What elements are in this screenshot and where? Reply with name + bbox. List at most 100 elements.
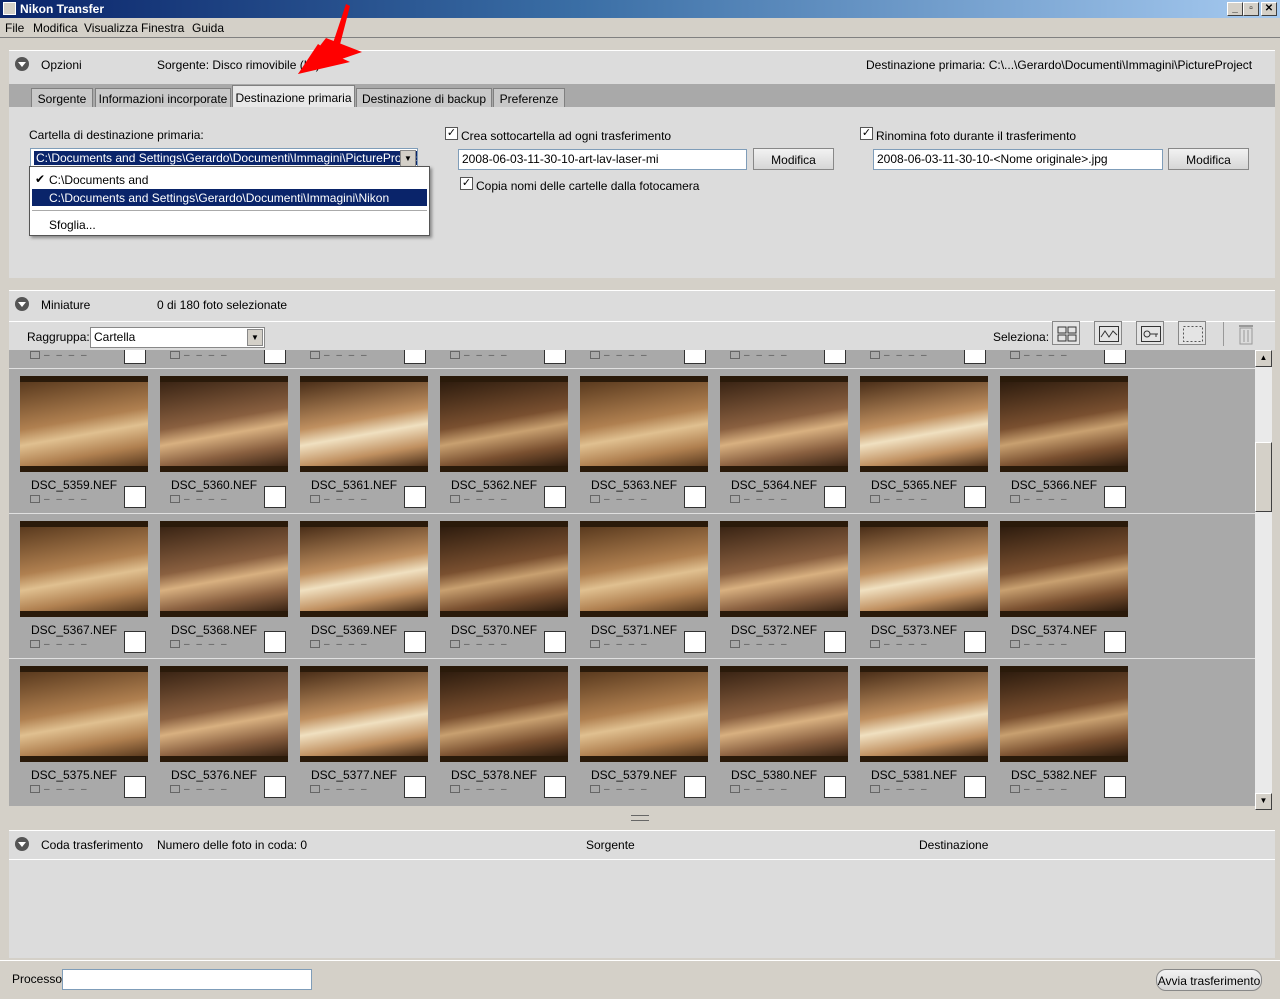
thumbnail-meta: – – – – bbox=[30, 784, 89, 795]
thumbnail-checkbox[interactable] bbox=[684, 631, 706, 653]
collapse-queue-icon[interactable] bbox=[15, 837, 29, 851]
thumbnail-image[interactable] bbox=[580, 376, 708, 472]
rename-checkbox[interactable]: ✓ bbox=[860, 127, 873, 140]
thumbnail-checkbox[interactable] bbox=[684, 486, 706, 508]
minimize-icon[interactable]: _ bbox=[1227, 2, 1243, 16]
thumbnail-checkbox[interactable] bbox=[264, 350, 286, 364]
thumbnail-checkbox[interactable] bbox=[1104, 486, 1126, 508]
thumbnail-image[interactable] bbox=[160, 521, 288, 617]
thumbnail-checkbox[interactable] bbox=[404, 486, 426, 508]
splitter-handle[interactable] bbox=[631, 815, 649, 821]
thumbnail-image[interactable] bbox=[1000, 376, 1128, 472]
thumbnail-image[interactable] bbox=[440, 666, 568, 762]
thumbnail-checkbox[interactable] bbox=[964, 486, 986, 508]
thumbnail-scrollbar[interactable]: ▲ ▼ bbox=[1255, 350, 1272, 810]
thumbnail-checkbox[interactable] bbox=[544, 350, 566, 364]
thumbnail-image[interactable] bbox=[720, 521, 848, 617]
thumbnail-checkbox[interactable] bbox=[544, 486, 566, 508]
thumbnail-image[interactable] bbox=[160, 666, 288, 762]
thumbnail-image[interactable] bbox=[860, 666, 988, 762]
scroll-down-icon[interactable]: ▼ bbox=[1255, 793, 1272, 810]
copy-names-checkbox[interactable]: ✓ bbox=[460, 177, 473, 190]
dropdown-item-pictureproject[interactable]: ✔ C:\Documents and Settings\Gerardo\Docu… bbox=[32, 171, 427, 201]
dropdown-item-nikon-transfer[interactable]: C:\Documents and Settings\Gerardo\Docume… bbox=[32, 189, 427, 219]
thumbnail-image[interactable] bbox=[580, 521, 708, 617]
thumbnail-checkbox[interactable] bbox=[824, 350, 846, 364]
options-title: Opzioni bbox=[41, 58, 82, 72]
thumbnail-checkbox[interactable] bbox=[1104, 350, 1126, 364]
scroll-thumb[interactable] bbox=[1255, 442, 1272, 512]
dropdown-browse[interactable]: Sfoglia... bbox=[32, 216, 427, 233]
thumbnail-checkbox[interactable] bbox=[1104, 631, 1126, 653]
thumbnail-checkbox[interactable] bbox=[264, 486, 286, 508]
thumbnail-checkbox[interactable] bbox=[964, 350, 986, 364]
rename-modify-button[interactable]: Modifica bbox=[1168, 148, 1249, 170]
collapse-options-icon[interactable] bbox=[15, 57, 29, 71]
rename-input[interactable]: 2008-06-03-11-30-10-<Nome originale>.jpg bbox=[873, 149, 1163, 170]
tab-informazioni-incorporate[interactable]: Informazioni incorporate bbox=[95, 88, 231, 107]
deselect-button[interactable] bbox=[1178, 321, 1206, 345]
thumbnail-checkbox[interactable] bbox=[824, 631, 846, 653]
thumbnail-checkbox[interactable] bbox=[264, 631, 286, 653]
thumbnail-image[interactable] bbox=[720, 666, 848, 762]
restore-icon[interactable]: ▫ bbox=[1243, 2, 1259, 16]
thumbnail-image[interactable] bbox=[1000, 666, 1128, 762]
subfolder-checkbox[interactable]: ✓ bbox=[445, 127, 458, 140]
tab-destinazione-primaria[interactable]: Destinazione primaria bbox=[232, 85, 355, 107]
thumbnail-image[interactable] bbox=[300, 666, 428, 762]
thumbnail-image[interactable] bbox=[1000, 521, 1128, 617]
thumbnail-image[interactable] bbox=[440, 521, 568, 617]
thumbnail-checkbox[interactable] bbox=[544, 776, 566, 798]
thumbnail-checkbox[interactable] bbox=[404, 350, 426, 364]
chevron-down-icon[interactable]: ▼ bbox=[400, 150, 416, 167]
thumbnail-checkbox[interactable] bbox=[124, 486, 146, 508]
thumbnail-checkbox[interactable] bbox=[964, 776, 986, 798]
thumbnail-checkbox[interactable] bbox=[124, 776, 146, 798]
thumbnail-image[interactable] bbox=[300, 521, 428, 617]
group-select[interactable]: Cartella ▼ bbox=[90, 327, 265, 348]
tab-preferenze[interactable]: Preferenze bbox=[493, 88, 565, 107]
tab-sorgente[interactable]: Sorgente bbox=[31, 88, 93, 107]
thumbnail-image[interactable] bbox=[720, 376, 848, 472]
close-icon[interactable]: ✕ bbox=[1261, 2, 1277, 16]
menu-file[interactable]: File bbox=[5, 21, 24, 35]
tab-destinazione-backup[interactable]: Destinazione di backup bbox=[356, 88, 492, 107]
thumbnail-checkbox[interactable] bbox=[264, 776, 286, 798]
thumbnail-image[interactable] bbox=[20, 666, 148, 762]
select-all-button[interactable] bbox=[1052, 321, 1080, 345]
select-protected-button[interactable] bbox=[1136, 321, 1164, 345]
start-transfer-button[interactable]: Avvia trasferimento bbox=[1156, 969, 1262, 991]
thumbnail-image[interactable] bbox=[580, 666, 708, 762]
collapse-thumbnails-icon[interactable] bbox=[15, 297, 29, 311]
select-new-button[interactable] bbox=[1094, 321, 1122, 345]
thumbnail-image[interactable] bbox=[860, 376, 988, 472]
menu-modifica[interactable]: Modifica bbox=[33, 21, 78, 35]
thumbnail-image[interactable] bbox=[440, 376, 568, 472]
row-separator bbox=[9, 658, 1255, 659]
thumbnail-checkbox[interactable] bbox=[404, 631, 426, 653]
thumbnail-image[interactable] bbox=[20, 376, 148, 472]
subfolder-modify-button[interactable]: Modifica bbox=[753, 148, 834, 170]
thumbnail-checkbox[interactable] bbox=[404, 776, 426, 798]
menu-finestra[interactable]: Finestra bbox=[141, 21, 184, 35]
thumbnail-image[interactable] bbox=[160, 376, 288, 472]
thumbnail-checkbox[interactable] bbox=[964, 631, 986, 653]
thumbnail-checkbox[interactable] bbox=[544, 631, 566, 653]
scroll-up-icon[interactable]: ▲ bbox=[1255, 350, 1272, 367]
trash-icon[interactable] bbox=[1237, 323, 1255, 345]
thumbnail-checkbox[interactable] bbox=[124, 631, 146, 653]
thumbnail-checkbox[interactable] bbox=[1104, 776, 1126, 798]
thumbnail-checkbox[interactable] bbox=[824, 776, 846, 798]
thumbnail-checkbox[interactable] bbox=[824, 486, 846, 508]
thumbnail-image[interactable] bbox=[20, 521, 148, 617]
thumbnail-image[interactable] bbox=[300, 376, 428, 472]
thumbnail-checkbox[interactable] bbox=[124, 350, 146, 364]
thumbnail-checkbox[interactable] bbox=[684, 776, 706, 798]
thumbnail-image[interactable] bbox=[860, 521, 988, 617]
chevron-down-icon[interactable]: ▼ bbox=[247, 329, 263, 346]
subfolder-input[interactable]: 2008-06-03-11-30-10-art-lav-laser-mi bbox=[458, 149, 747, 170]
menu-guida[interactable]: Guida bbox=[192, 21, 224, 35]
menu-visualizza[interactable]: Visualizza bbox=[84, 21, 138, 35]
thumbnail-meta: – – – – bbox=[30, 639, 89, 650]
thumbnail-checkbox[interactable] bbox=[684, 350, 706, 364]
